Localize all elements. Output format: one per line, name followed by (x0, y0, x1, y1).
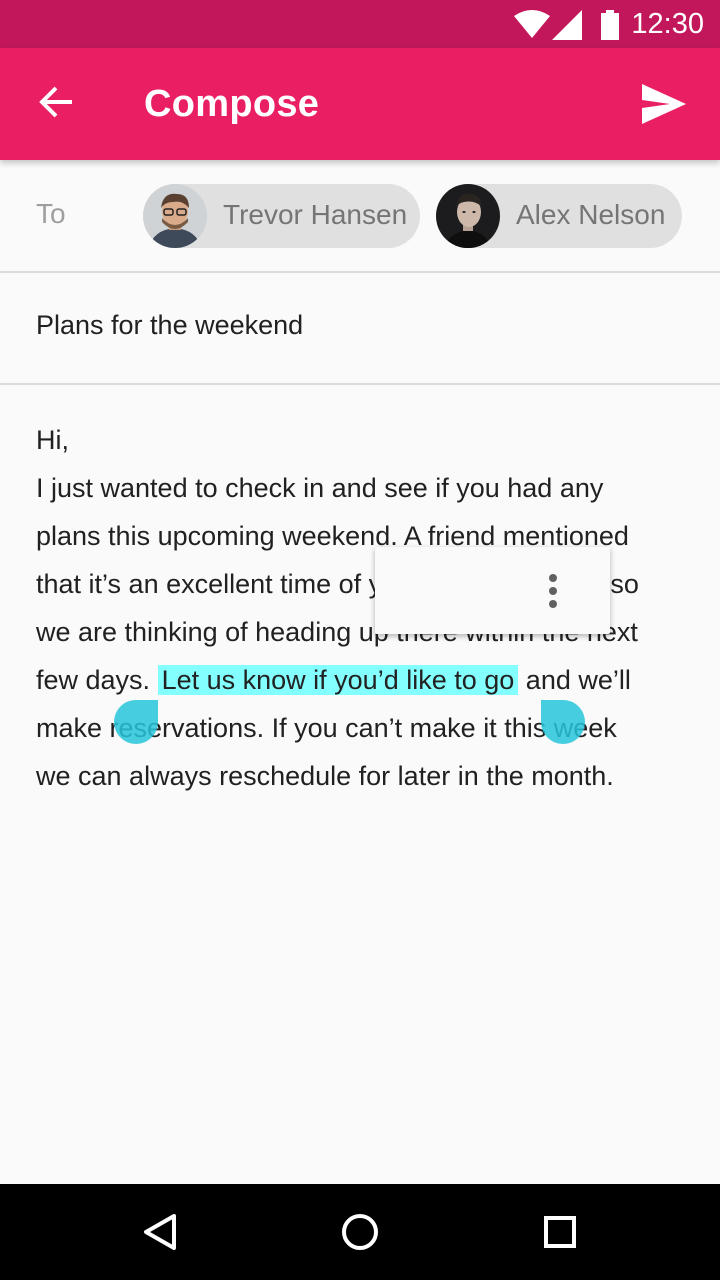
wifi-icon (514, 10, 550, 38)
battery-icon (601, 10, 619, 40)
recipient-name: Alex Nelson (516, 199, 666, 230)
status-time: 12:30 (631, 8, 704, 40)
avatar (143, 184, 207, 248)
send-icon[interactable] (640, 82, 688, 126)
more-vert-icon[interactable] (545, 573, 561, 609)
body-line: Hi, (36, 425, 69, 455)
page-title: Compose (144, 83, 320, 125)
text-selection-toolbar (375, 547, 610, 634)
selected-text[interactable]: Let us know if you’d like to go (157, 665, 519, 695)
selection-start-handle[interactable] (114, 700, 158, 744)
app-bar: Compose (0, 48, 720, 160)
system-nav-bar (0, 1184, 720, 1280)
recipient-name: Trevor Hansen (223, 199, 408, 230)
body-text-fragment: and we’ll (525, 665, 631, 695)
status-bar: 12:30 (0, 0, 720, 48)
subject-text: Plans for the weekend (36, 310, 304, 340)
home-circle-icon[interactable] (336, 1208, 384, 1256)
recipient-chip-trevor[interactable]: Trevor Hansen (143, 184, 420, 248)
subject-field[interactable]: Plans for the weekend (0, 272, 720, 385)
selection-end-handle[interactable] (541, 700, 585, 744)
body-line: few days. Let us know if you’d like to g… (36, 656, 686, 704)
body-text-fragment: few days. (36, 665, 151, 695)
to-label: To (36, 198, 66, 229)
arrow-back-icon[interactable] (36, 82, 76, 122)
body-line: we can always reschedule for later in th… (36, 761, 614, 791)
avatar (436, 184, 500, 248)
back-triangle-icon[interactable] (136, 1208, 184, 1256)
recipients-row: To Trevor Hansen Alex Nelson (0, 160, 720, 273)
recipient-chip-alex[interactable]: Alex Nelson (436, 184, 682, 248)
body-line: I just wanted to check in and see if you… (36, 473, 604, 503)
recents-square-icon[interactable] (536, 1208, 584, 1256)
cell-signal-icon (552, 10, 582, 40)
